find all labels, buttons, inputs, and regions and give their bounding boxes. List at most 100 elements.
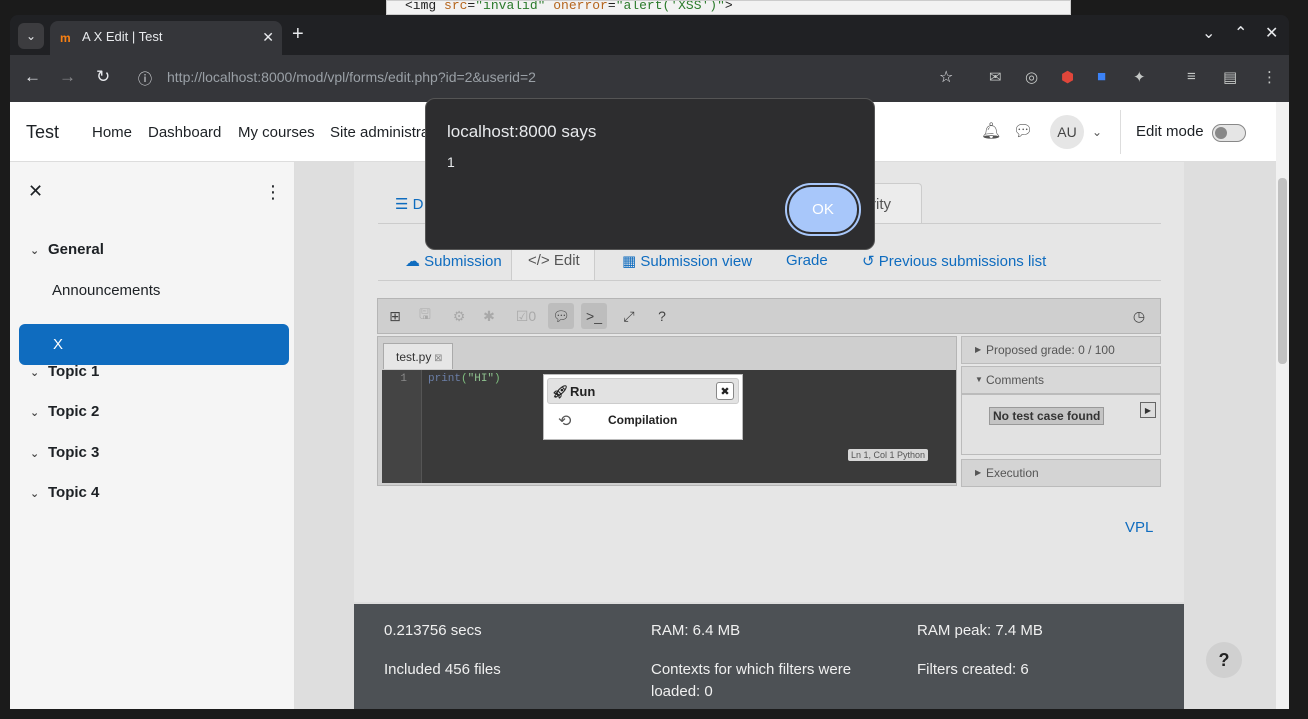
chevron-down-icon[interactable]: ⌄ [30,487,48,500]
media-queue-icon[interactable]: ≡ [1187,68,1196,85]
proposed-grade-header[interactable]: ▶ Proposed grade: 0 / 100 [961,336,1161,364]
bookmark-star-icon[interactable]: ☆ [939,67,953,87]
chevron-down-icon[interactable]: ⌄ [30,366,48,379]
play-icon[interactable]: ▶ [1140,402,1156,418]
site-name[interactable]: Test [26,122,59,143]
fullscreen-icon[interactable]: ⤢ [616,303,642,329]
help-button[interactable]: ? [1206,642,1242,678]
item-x-active[interactable]: X [19,324,289,365]
save-icon[interactable]: 🖫︎ [412,303,438,329]
evaluate-check-icon[interactable]: ☑ 0 [508,303,544,329]
file-tab[interactable]: test.py ⊠ [383,343,453,369]
edit-mode-toggle[interactable] [1212,124,1246,142]
back-icon[interactable]: ← [24,67,41,87]
triangle-right-icon: ▶ [975,468,982,477]
code-icon: </> [528,252,554,269]
glasses-extension-icon[interactable]: ◎ [1025,68,1038,86]
run-popup-header[interactable]: 🚀︎ Run ✖ [547,378,739,404]
vpl-link[interactable]: VPL [1125,519,1153,536]
clock-icon[interactable]: ◷ [1126,303,1152,329]
code-line[interactable]: print("HI") [428,373,501,385]
alert-message: 1 [447,154,455,170]
section-topic-4[interactable]: ⌄ Topic 4 [30,484,99,501]
item-announcements[interactable]: Announcements [52,282,160,299]
comments-bubble-icon[interactable]: 💬︎ [548,303,574,329]
tab-submission[interactable]: ☁ Submission [405,252,502,292]
no-test-case-label: No test case found [989,407,1105,425]
section-general[interactable]: ⌄ General [30,241,104,258]
triangle-right-icon: ▶ [975,345,982,354]
chevron-down-icon[interactable]: ⌄ [30,406,48,419]
comments-header[interactable]: ▼ Comments [961,366,1161,394]
maximize-window-icon[interactable]: ⌃ [1234,23,1247,43]
alert-dialog: localhost:8000 says 1 OK [425,98,875,250]
debug-bug-icon[interactable]: ✱ [476,303,502,329]
editor-status-badge: Ln 1, Col 1 Python [848,449,929,461]
moodle-favicon-icon: m [60,31,71,45]
extensions-puzzle-icon[interactable]: ✦ [1133,68,1146,86]
drawer-options-icon[interactable]: ⋮ [264,182,282,203]
nav-my-courses[interactable]: My courses [238,124,315,141]
close-popup-icon[interactable]: ✖ [716,382,734,400]
triangle-down-icon: ▼ [975,375,983,384]
section-topic-2[interactable]: ⌄ Topic 2 [30,403,99,420]
nav-dashboard[interactable]: Dashboard [148,124,221,141]
site-info-icon[interactable]: ⓘ [138,69,152,89]
tab-previous-submissions[interactable]: ↺ Previous submissions list [862,252,1046,292]
footer-secs: 0.213756 secs [384,622,482,639]
comments-body: No test case found ▶ [961,394,1161,455]
help-question-icon[interactable]: ? [649,303,675,329]
mail-extension-icon[interactable]: ✉ [989,68,1002,86]
tab-search-chevron-icon[interactable]: ⌄ [18,23,44,49]
close-file-icon[interactable]: ⊠ [431,353,442,364]
footer-contexts: Contexts for which filters were loaded: … [651,661,852,700]
console-prompt-icon[interactable]: >_ [581,303,607,329]
tab-submission-view[interactable]: ▦ Submission view [622,252,752,292]
address-bar[interactable]: http://localhost:8000/mod/vpl/forms/edit… [167,69,536,85]
history-icon: ↺ [862,253,879,270]
bitwarden-extension-icon[interactable]: ■ [1097,68,1106,85]
browser-menu-icon[interactable]: ⋮ [1262,68,1277,86]
navbar-divider [1120,110,1121,154]
run-popup: 🚀︎ Run ✖ ⟲ Compilation [543,374,743,440]
forward-icon[interactable]: → [59,67,76,87]
close-window-icon[interactable]: ✕ [1265,23,1278,43]
alert-ok-button[interactable]: OK [789,187,857,232]
close-tab-icon[interactable]: ✕ [262,29,274,46]
tab-grade[interactable]: Grade [786,252,828,292]
rocket-icon: 🚀︎ [552,384,569,399]
compilation-status: Compilation [608,413,678,427]
performance-footer: 0.213756 secs RAM: 6.4 MB RAM peak: 7.4 … [354,604,1184,709]
reload-icon[interactable]: ↻ [96,67,110,87]
section-topic-3[interactable]: ⌄ Topic 3 [30,444,99,461]
background-code-snippet: <img src="invalid" onerror="alert('XSS')… [386,0,1071,15]
browser-toolbar: ← → ↻ ⓘ http://localhost:8000/mod/vpl/fo… [10,55,1289,102]
user-menu-chevron-icon[interactable]: ⌄ [1092,125,1102,139]
editor-toolbar: ⊞ 🖫︎ ⚙ ✱ ☑ 0 💬︎ >_ ⤢ ? ◷ [377,298,1161,334]
section-topic-1[interactable]: ⌄ Topic 1 [30,363,99,380]
edit-mode-label: Edit mode [1136,123,1204,140]
notifications-bell-icon[interactable]: 🔔︎ [981,121,1001,141]
run-debug-icon[interactable]: ⚙ [446,303,472,329]
new-tab-icon[interactable]: + [292,23,304,46]
tab-list-chevron-icon[interactable]: ⌄ [1202,23,1215,43]
execution-header[interactable]: ▶ Execution [961,459,1161,487]
profile-icon[interactable]: ▤ [1223,68,1237,86]
avatar[interactable]: AU [1050,115,1084,149]
close-drawer-icon[interactable]: ✕ [28,181,43,202]
side-panel: ▶ Proposed grade: 0 / 100 ▼ Comments No te… [961,336,1161,487]
page-scrollbar[interactable] [1276,102,1289,709]
scrollbar-thumb[interactable] [1278,178,1287,364]
line-gutter: 1 [382,370,422,483]
footer-filters: Filters created: 6 [917,661,1029,678]
tab-primary-first[interactable]: ☰ D [395,195,423,235]
chevron-down-icon[interactable]: ⌄ [30,447,48,460]
browser-tab-active[interactable]: m A X Edit | Test ✕ [50,21,282,55]
chevron-down-icon[interactable]: ⌄ [30,244,48,257]
new-file-icon[interactable]: ⊞ [382,303,408,329]
ublock-extension-icon[interactable]: ⬢ [1061,68,1074,86]
run-popup-title: Run [570,384,596,399]
nav-home[interactable]: Home [92,124,132,141]
messages-chat-icon[interactable]: 💬︎ [1013,121,1033,141]
refresh-spinner-icon: ⟲ [558,413,572,430]
